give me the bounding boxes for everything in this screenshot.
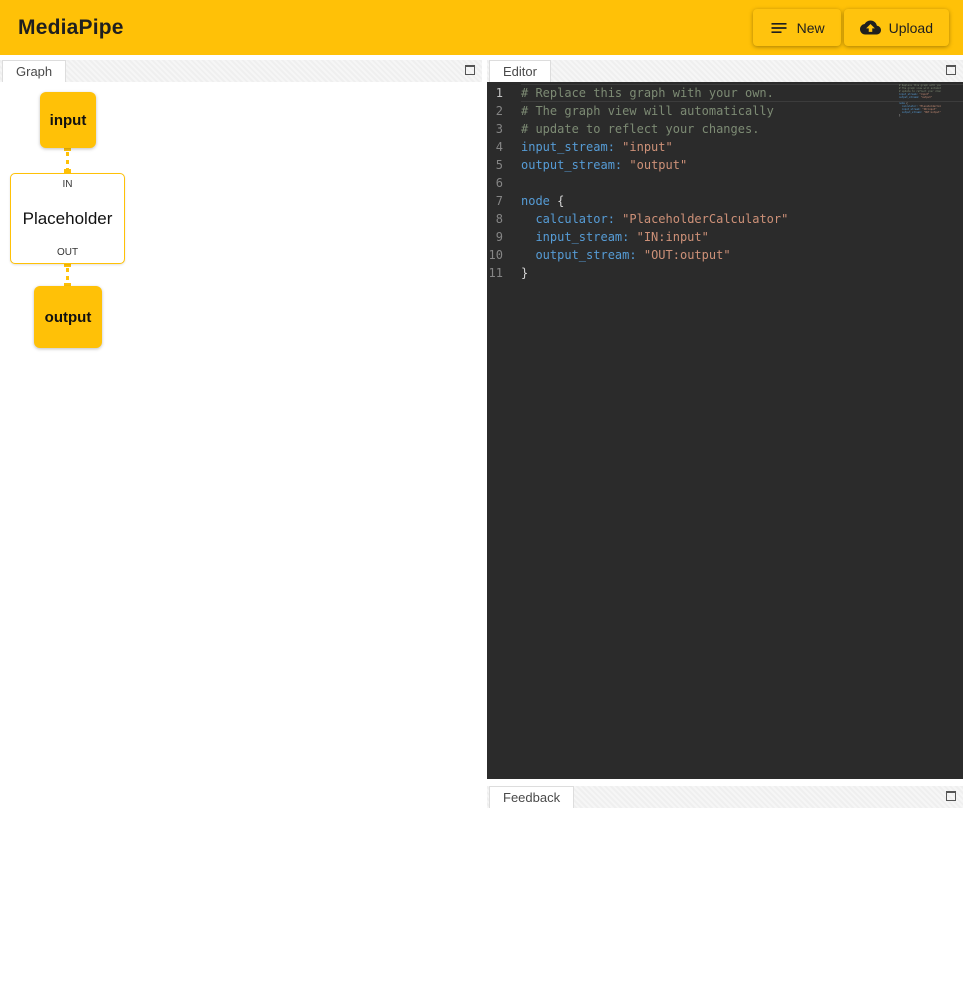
line-number: 2	[487, 102, 521, 120]
feedback-panel-header: Feedback	[487, 786, 963, 808]
code-editor[interactable]: 1# Replace this graph with your own.2# T…	[487, 82, 963, 779]
app-header: MediaPipe New Upload	[0, 0, 963, 55]
code-line[interactable]: 7node {	[487, 192, 963, 210]
line-number: 10	[487, 246, 521, 264]
tab-feedback[interactable]: Feedback	[489, 786, 574, 808]
tab-editor[interactable]: Editor	[489, 60, 551, 82]
line-content: input_stream: "IN:input"	[521, 228, 963, 246]
line-content: output_stream: "output"	[521, 156, 963, 174]
tab-editor-label: Editor	[503, 64, 537, 79]
graph-node-placeholder[interactable]: IN Placeholder OUT	[10, 173, 125, 264]
line-number: 9	[487, 228, 521, 246]
line-content: # The graph view will automatically	[521, 102, 963, 120]
header-actions: New Upload	[753, 9, 949, 46]
line-number: 1	[487, 84, 521, 102]
code-line[interactable]: 8 calculator: "PlaceholderCalculator"	[487, 210, 963, 228]
line-number: 6	[487, 174, 521, 192]
line-content: }	[521, 264, 963, 282]
graph-panel-header: Graph	[0, 60, 482, 82]
placeholder-in-port: IN	[63, 179, 73, 190]
graph-node-input-label: input	[50, 112, 87, 129]
line-content: calculator: "PlaceholderCalculator"	[521, 210, 963, 228]
editor-panel: Editor 1# Replace this graph with your o…	[487, 60, 963, 779]
editor-panel-header: Editor	[487, 60, 963, 82]
line-number: 8	[487, 210, 521, 228]
code-line[interactable]: 5output_stream: "output"	[487, 156, 963, 174]
line-number: 4	[487, 138, 521, 156]
graph-node-output-label: output	[45, 309, 92, 326]
editor-maximize-icon[interactable]	[946, 65, 956, 75]
tab-feedback-label: Feedback	[503, 790, 560, 805]
feedback-panel: Feedback	[487, 786, 963, 995]
right-column: Editor 1# Replace this graph with your o…	[487, 60, 963, 995]
placeholder-out-port: OUT	[57, 247, 78, 258]
editor-lines: 1# Replace this graph with your own.2# T…	[487, 84, 963, 282]
graph-panel-inner: Graph input IN Placeholder OUT	[0, 60, 482, 995]
line-number: 5	[487, 156, 521, 174]
workspace: Graph input IN Placeholder OUT	[0, 60, 963, 995]
graph-panel: Graph input IN Placeholder OUT	[0, 60, 482, 995]
code-line[interactable]: 3# update to reflect your changes.	[487, 120, 963, 138]
new-button-label: New	[797, 20, 825, 36]
graph-node-placeholder-label: Placeholder	[23, 209, 113, 229]
code-line[interactable]: 4input_stream: "input"	[487, 138, 963, 156]
line-number: 3	[487, 120, 521, 138]
line-content: input_stream: "input"	[521, 138, 963, 156]
line-content	[521, 174, 963, 192]
line-content: node {	[521, 192, 963, 210]
graph-node-input[interactable]: input	[40, 92, 96, 148]
line-content: output_stream: "OUT:output"	[521, 246, 963, 264]
notes-icon	[769, 18, 789, 38]
code-line[interactable]: 2# The graph view will automatically	[487, 102, 963, 120]
tab-graph-label: Graph	[16, 64, 52, 79]
graph-maximize-icon[interactable]	[465, 65, 475, 75]
upload-button[interactable]: Upload	[844, 9, 949, 46]
code-line[interactable]: 9 input_stream: "IN:input"	[487, 228, 963, 246]
graph-edge-input-to-placeholder	[66, 144, 69, 176]
line-content: # Replace this graph with your own.	[521, 84, 963, 102]
feedback-content	[487, 808, 963, 995]
mediapipe-visualizer: MediaPipe New Upload Graph	[0, 0, 963, 995]
code-line[interactable]: 10 output_stream: "OUT:output"	[487, 246, 963, 264]
code-line[interactable]: 1# Replace this graph with your own.	[487, 84, 963, 102]
upload-button-label: Upload	[889, 20, 933, 36]
line-content: # update to reflect your changes.	[521, 120, 963, 138]
tab-graph[interactable]: Graph	[2, 60, 66, 82]
editor-minimap-content: # Replace this graph with your own.# The…	[899, 84, 941, 117]
code-line[interactable]: 6	[487, 174, 963, 192]
cloud-upload-icon	[860, 17, 881, 38]
editor-minimap[interactable]: # Replace this graph with your own.# The…	[899, 84, 941, 234]
new-button[interactable]: New	[753, 9, 841, 46]
line-number: 11	[487, 264, 521, 282]
code-line[interactable]: 11}	[487, 264, 963, 282]
horizontal-splitter[interactable]	[487, 779, 963, 786]
feedback-maximize-icon[interactable]	[946, 791, 956, 801]
graph-node-output[interactable]: output	[34, 286, 102, 348]
graph-canvas[interactable]: input IN Placeholder OUT output	[0, 82, 482, 995]
line-number: 7	[487, 192, 521, 210]
app-title: MediaPipe	[18, 16, 124, 40]
